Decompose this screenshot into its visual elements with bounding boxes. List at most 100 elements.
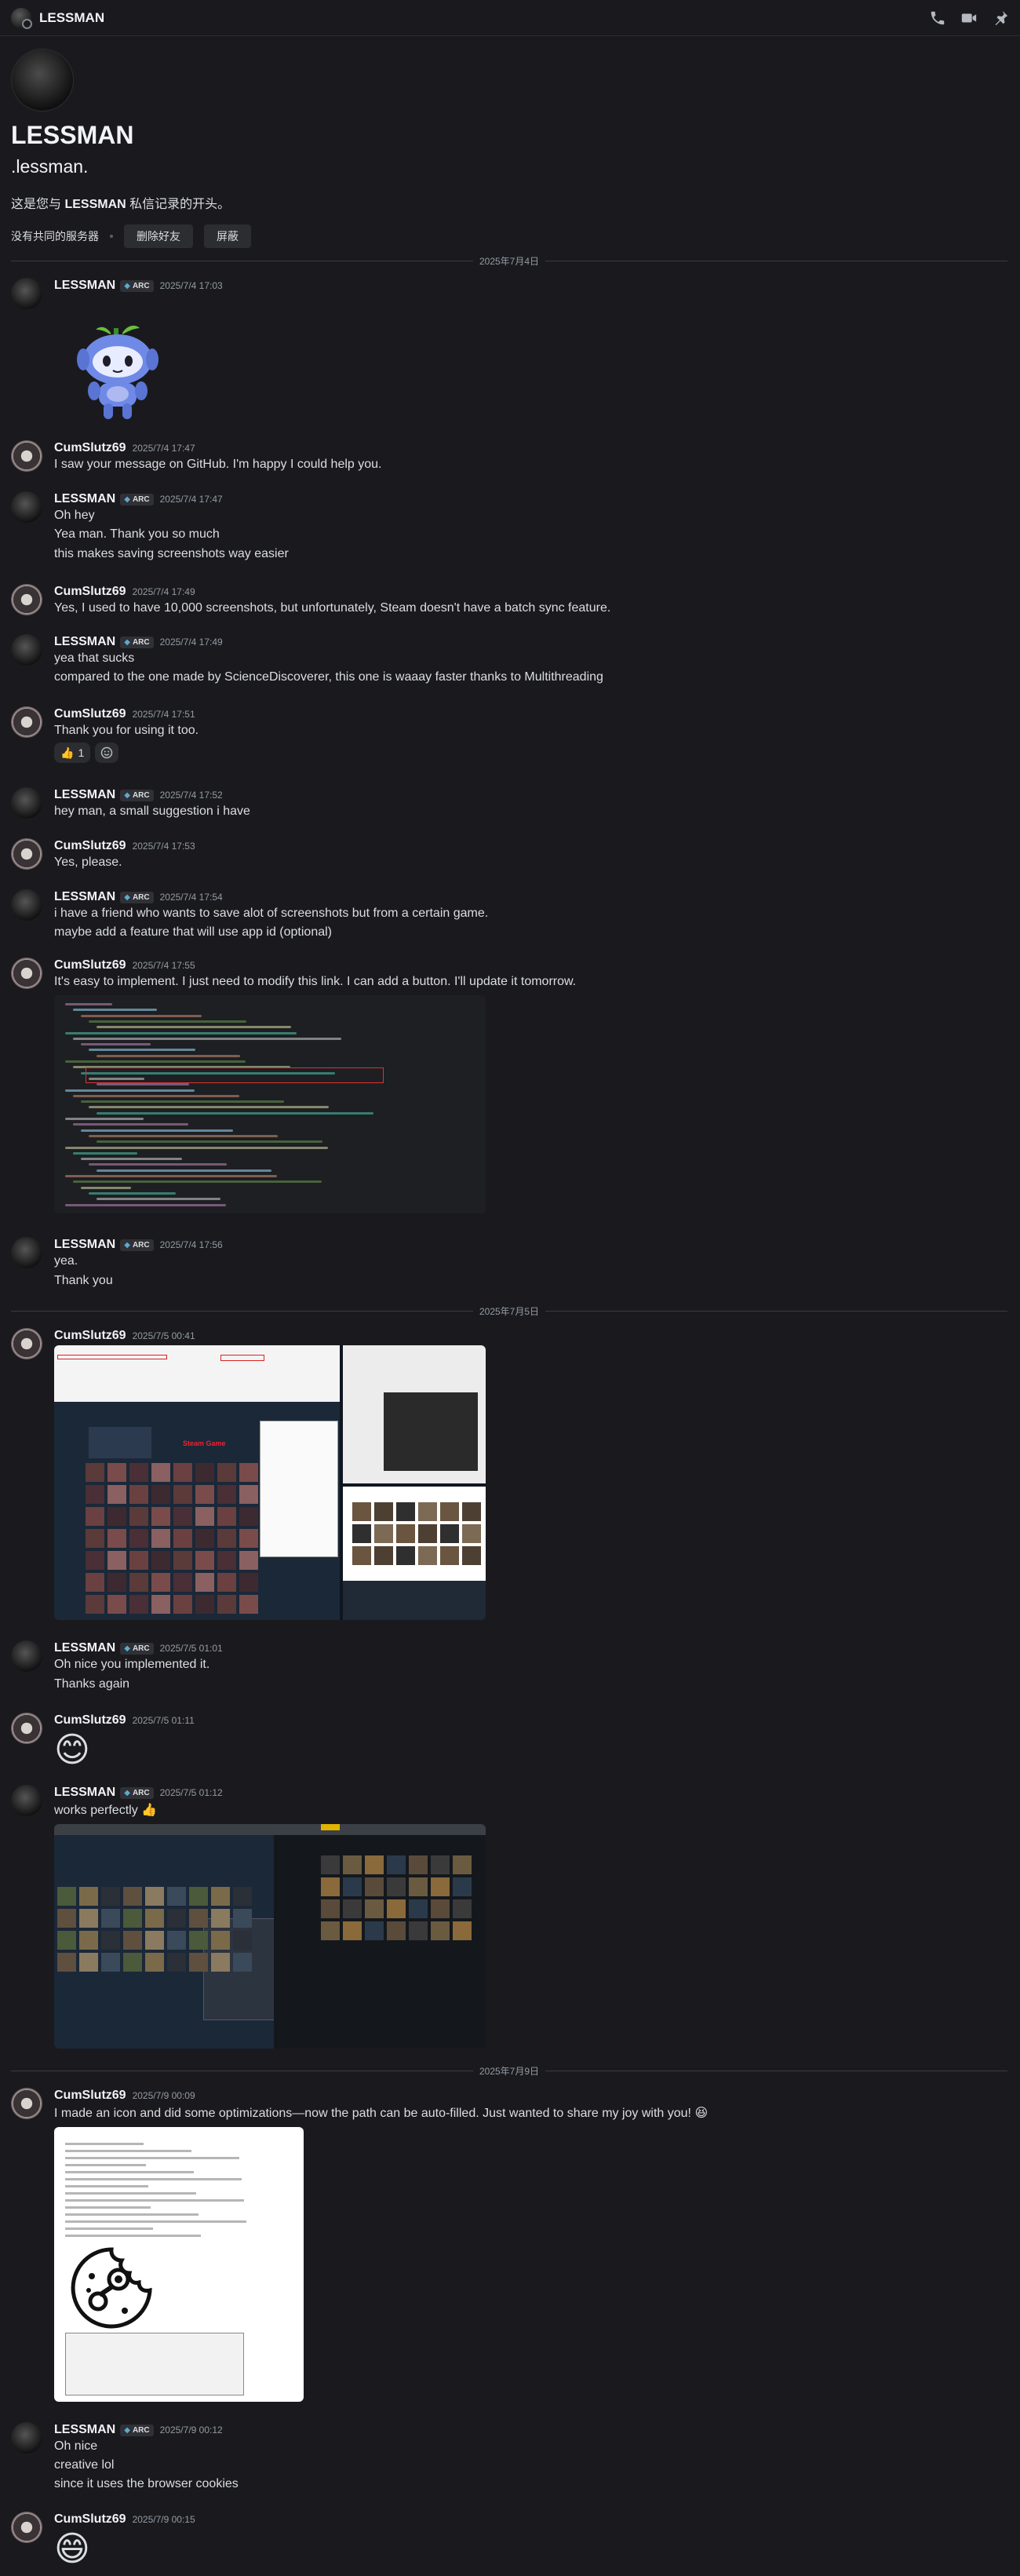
add-reaction-icon (100, 746, 113, 759)
reaction-pill[interactable]: 👍 1 (54, 743, 91, 763)
image-attachment-code[interactable] (54, 995, 486, 1213)
server-tag[interactable]: ◆ ARC (120, 1239, 154, 1251)
avatar[interactable] (11, 2088, 42, 2119)
pin-icon[interactable] (992, 9, 1009, 27)
author-name[interactable]: LESSMAN (54, 635, 115, 649)
message-text: Thanks again (54, 1677, 130, 1691)
avatar[interactable] (11, 787, 42, 819)
avatar[interactable] (11, 2422, 42, 2454)
block-button[interactable]: 屏蔽 (204, 224, 251, 248)
avatar[interactable] (11, 889, 42, 921)
tag-label: ARC (132, 637, 150, 647)
thumbnail-tile (418, 1502, 437, 1521)
message-text: Thank you (54, 1274, 113, 1287)
thumbnail-tile (396, 1502, 415, 1521)
image-attachment-release-page[interactable] (54, 2127, 304, 2402)
avatar[interactable] (11, 706, 42, 738)
voice-call-icon[interactable] (929, 9, 946, 27)
thumbnail-tile (101, 1931, 120, 1950)
thumbnail-tile (101, 1909, 120, 1928)
author-name[interactable]: CumSlutz69 (54, 2089, 126, 2103)
thumbnail-tile (195, 1507, 214, 1526)
avatar[interactable] (11, 584, 42, 615)
thumbnail-tile (86, 1529, 104, 1548)
server-tag[interactable]: ◆ ARC (120, 891, 154, 903)
timestamp: 2025/7/4 17:49 (132, 586, 195, 597)
video-call-icon[interactable] (960, 9, 978, 27)
timestamp: 2025/7/4 17:47 (159, 494, 223, 505)
profile-display-name: LESSMAN (11, 121, 134, 149)
image-attachment-desktop-screenshot[interactable] (54, 1824, 486, 2049)
timestamp: 2025/7/9 00:12 (159, 2425, 223, 2436)
profile-avatar[interactable] (11, 49, 74, 111)
author-name[interactable]: LESSMAN (54, 1786, 115, 1800)
thumbnail-tile (79, 1887, 98, 1906)
message-text: Oh nice you implemented it. (54, 1658, 210, 1671)
timestamp: 2025/7/4 17:56 (159, 1239, 223, 1250)
author-name[interactable]: LESSMAN (54, 279, 115, 293)
thumbnail-tile (173, 1529, 192, 1548)
author-name[interactable]: CumSlutz69 (54, 585, 126, 599)
avatar[interactable] (11, 1785, 42, 1816)
thumbnail-tile (440, 1546, 459, 1565)
avatar[interactable] (11, 1237, 42, 1268)
avatar[interactable] (11, 440, 42, 472)
author-name[interactable]: CumSlutz69 (54, 958, 126, 972)
message-header: CumSlutz69 2025/7/9 00:09 (54, 2088, 195, 2103)
author-name[interactable]: CumSlutz69 (54, 1329, 126, 1343)
author-name[interactable]: LESSMAN (54, 2423, 115, 2437)
tag-label: ARC (132, 790, 150, 800)
author-name[interactable]: LESSMAN (54, 1641, 115, 1655)
author-name[interactable]: CumSlutz69 (54, 1713, 126, 1728)
image-attachment-steam-screenshots[interactable]: Steam Game (54, 1345, 486, 1620)
message-header: LESSMAN ◆ ARC 2025/7/4 17:56 (54, 1237, 223, 1253)
code-line (81, 1100, 284, 1104)
code-line (97, 1026, 291, 1029)
thumbnail-tile (86, 1551, 104, 1570)
sticker-mascot[interactable] (67, 319, 169, 425)
author-name[interactable]: CumSlutz69 (54, 2512, 126, 2527)
author-name[interactable]: CumSlutz69 (54, 839, 126, 853)
avatar[interactable] (11, 958, 42, 989)
thumbnail-tile (365, 1921, 384, 1940)
server-tag[interactable]: ◆ ARC (120, 2424, 154, 2436)
avatar[interactable] (11, 2512, 42, 2543)
separator-dot (110, 235, 113, 238)
avatar[interactable] (11, 491, 42, 523)
channel-header: LESSMAN (0, 0, 1020, 36)
author-name[interactable]: CumSlutz69 (54, 441, 126, 455)
avatar[interactable] (11, 838, 42, 870)
server-tag[interactable]: ◆ ARC (120, 636, 154, 648)
thumbnail-tile (462, 1502, 481, 1521)
thumbnail-tile (365, 1877, 384, 1896)
author-name[interactable]: LESSMAN (54, 1238, 115, 1252)
author-name[interactable]: LESSMAN (54, 890, 115, 904)
thumbnail-tile (107, 1529, 126, 1548)
thumbnail-tile (173, 1573, 192, 1592)
author-name[interactable]: LESSMAN (54, 788, 115, 802)
thumbnail-tile (453, 1899, 472, 1918)
remove-friend-button[interactable]: 删除好友 (124, 224, 193, 248)
avatar[interactable] (11, 634, 42, 666)
server-tag[interactable]: ◆ ARC (120, 493, 154, 505)
thumbnail-tile (189, 1931, 208, 1950)
add-reaction-button[interactable] (95, 743, 119, 763)
document-text-line (65, 2199, 244, 2202)
date-divider-label: 2025年7月9日 (479, 2065, 540, 2077)
avatar[interactable] (11, 278, 42, 309)
code-line (89, 1191, 176, 1195)
avatar[interactable] (11, 1640, 42, 1672)
server-tag[interactable]: ◆ ARC (120, 1786, 154, 1799)
thumbnail-tile (217, 1573, 236, 1592)
server-tag[interactable]: ◆ ARC (120, 789, 154, 801)
avatar[interactable] (11, 1713, 42, 1744)
header-avatar[interactable] (11, 7, 32, 29)
message-text: Thank you for using it too. (54, 724, 199, 737)
avatar[interactable] (11, 1328, 42, 1359)
server-tag[interactable]: ◆ ARC (120, 1642, 154, 1655)
author-name[interactable]: LESSMAN (54, 492, 115, 506)
server-tag[interactable]: ◆ ARC (120, 279, 154, 292)
no-mutual-servers[interactable]: 没有共同的服务器 (11, 228, 99, 244)
message-text: It's easy to implement. I just need to m… (54, 975, 577, 988)
author-name[interactable]: CumSlutz69 (54, 707, 126, 721)
